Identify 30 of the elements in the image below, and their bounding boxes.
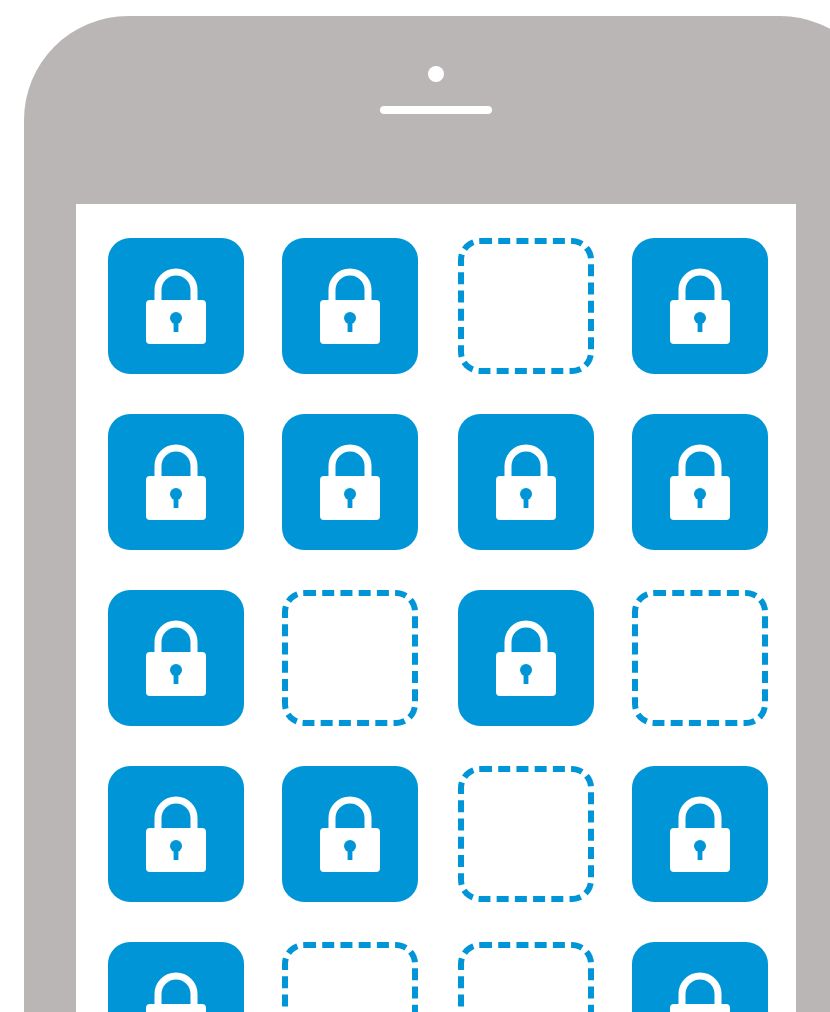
camera-dot bbox=[428, 66, 444, 82]
app-icon[interactable] bbox=[631, 414, 768, 550]
empty-slot bbox=[631, 590, 768, 726]
padlock-icon bbox=[146, 444, 206, 520]
padlock-icon bbox=[146, 620, 206, 696]
padlock-icon bbox=[146, 796, 206, 872]
app-icon[interactable] bbox=[108, 414, 244, 550]
padlock-icon bbox=[495, 620, 556, 696]
app-icon[interactable] bbox=[108, 766, 244, 902]
padlock-icon bbox=[320, 796, 381, 872]
empty-slot bbox=[457, 238, 594, 374]
app-icon[interactable] bbox=[108, 590, 244, 726]
app-icon[interactable] bbox=[457, 414, 594, 550]
padlock-icon bbox=[320, 268, 381, 344]
padlock-icon bbox=[669, 444, 730, 520]
app-icon[interactable] bbox=[631, 238, 768, 374]
padlock-icon bbox=[146, 268, 206, 344]
app-icon[interactable] bbox=[457, 590, 594, 726]
empty-slot bbox=[282, 590, 419, 726]
app-icon[interactable] bbox=[282, 414, 419, 550]
padlock-icon bbox=[495, 444, 556, 520]
app-icon[interactable] bbox=[282, 238, 419, 374]
app-icon[interactable] bbox=[631, 766, 768, 902]
empty-slot bbox=[457, 766, 594, 902]
padlock-icon bbox=[669, 268, 730, 344]
app-icon[interactable] bbox=[282, 766, 419, 902]
padlock-icon bbox=[669, 796, 730, 872]
speaker-slot bbox=[380, 106, 492, 114]
padlock-icon bbox=[320, 444, 381, 520]
app-icon[interactable] bbox=[108, 238, 244, 374]
